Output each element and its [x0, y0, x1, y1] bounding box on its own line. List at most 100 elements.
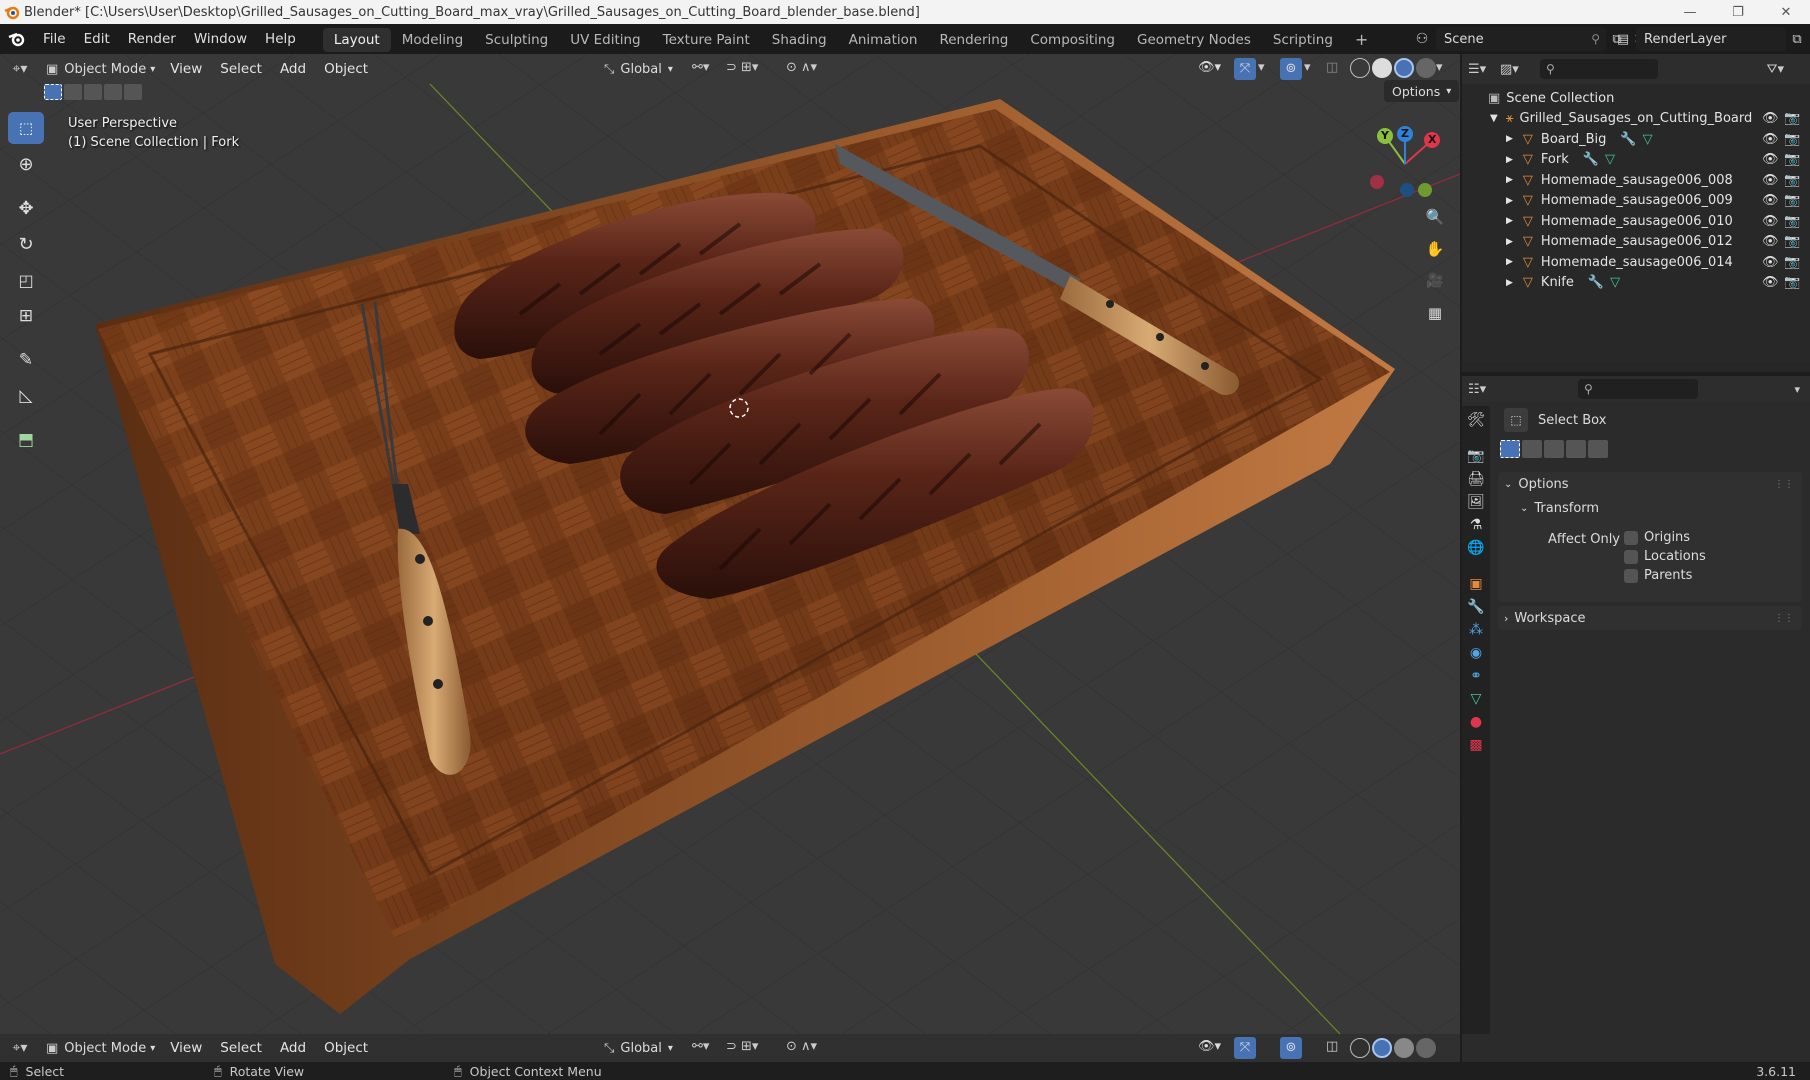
menu-edit[interactable]: Edit — [75, 24, 119, 54]
gizmo-toggle-icon[interactable]: ⤧ — [1234, 1037, 1256, 1059]
render-camera-icon[interactable]: 📷 — [1784, 173, 1800, 188]
render-camera-icon[interactable]: 📷 — [1784, 132, 1800, 147]
transform-orientation-dropdown[interactable]: ⤡ Global ▾ — [604, 57, 673, 81]
outliner-scene-collection[interactable]: ▣ Scene Collection — [1462, 88, 1810, 109]
add-cube-tool[interactable]: ⬒ — [8, 424, 44, 456]
tab-sculpting[interactable]: Sculpting — [474, 28, 559, 52]
move-tool[interactable]: ✥ — [8, 192, 44, 224]
expand-arrow-icon[interactable]: ▶ — [1506, 155, 1513, 165]
bottom-menu-select[interactable]: Select — [211, 1040, 271, 1056]
render-camera-icon[interactable]: 📷 — [1784, 152, 1800, 167]
render-camera-icon[interactable]: 📷 — [1784, 193, 1800, 208]
mesh-data-icon[interactable]: ▽ — [1643, 132, 1653, 147]
select-invert-icon[interactable] — [104, 84, 122, 100]
tab-scripting[interactable]: Scripting — [1262, 28, 1344, 52]
scale-tool[interactable]: ◰ — [8, 264, 44, 296]
tab-rendering[interactable]: Rendering — [928, 28, 1019, 52]
tab-uv-editing[interactable]: UV Editing — [559, 28, 651, 52]
expand-arrow-icon[interactable]: ▶ — [1506, 134, 1513, 144]
options-panel-header[interactable]: ⌄ Options ⋮⋮ — [1498, 472, 1802, 496]
render-camera-icon[interactable]: 📷 — [1784, 275, 1800, 290]
world-tab-icon[interactable]: 🌐 — [1467, 540, 1484, 556]
workspace-panel-header[interactable]: › Workspace ⋮⋮ — [1498, 606, 1802, 630]
snap-icon[interactable]: ⊃ ⊞▾ — [726, 60, 758, 75]
editor-type-icon[interactable]: ⌖▾ — [0, 1040, 40, 1056]
tab-geometry-nodes[interactable]: Geometry Nodes — [1126, 28, 1262, 52]
solid-shading-icon[interactable] — [1372, 1038, 1392, 1058]
object-tab-icon[interactable]: ▣ — [1469, 576, 1482, 592]
gizmo-dropdown-icon[interactable]: ▾ — [1258, 60, 1265, 75]
bottom-menu-view[interactable]: View — [161, 1040, 211, 1056]
tab-compositing[interactable]: Compositing — [1019, 28, 1126, 52]
tab-texture-paint[interactable]: Texture Paint — [652, 28, 761, 52]
new-view-layer-icon[interactable]: ⧉ — [1786, 32, 1808, 47]
outliner-object-row[interactable]: ▶ ▽ Homemade_sausage006_014 👁 📷 — [1462, 252, 1810, 273]
select-box-tool[interactable]: ⬚ — [8, 112, 44, 144]
outliner-collection-row[interactable]: ▼ ⚹ Grilled_Sausages_on_Cutting_Board 👁 … — [1462, 109, 1810, 130]
visibility-icon[interactable]: 👁▾ — [1198, 1039, 1221, 1054]
display-mode-icon[interactable]: ▨▾ — [1500, 62, 1534, 77]
pivot-point-icon[interactable]: ⚯▾ — [692, 60, 709, 75]
render-camera-icon[interactable]: 📷 — [1784, 255, 1800, 270]
drag-handle-icon[interactable]: ⋮⋮ — [1774, 479, 1794, 490]
blender-menu-icon[interactable] — [0, 31, 34, 47]
xray-icon[interactable]: ◫ — [1326, 1039, 1338, 1054]
eye-icon[interactable]: 👁 — [1762, 152, 1779, 167]
output-tab-icon[interactable]: 🖨 — [1467, 471, 1485, 487]
menu-file[interactable]: File — [34, 24, 75, 54]
tab-animation[interactable]: Animation — [838, 28, 929, 52]
eye-icon[interactable]: 👁 — [1762, 214, 1779, 229]
select-intersect-icon[interactable] — [1588, 440, 1608, 458]
menu-help[interactable]: Help — [256, 24, 305, 54]
snap-icon[interactable]: ⊃ ⊞▾ — [726, 1039, 758, 1054]
parents-checkbox[interactable]: Parents — [1624, 568, 1706, 583]
pin-icon[interactable]: ⚲ — [1591, 32, 1600, 46]
material-preview-shading-icon[interactable] — [1394, 58, 1414, 78]
viewport-menu-select[interactable]: Select — [211, 61, 271, 77]
rotate-tool[interactable]: ↻ — [8, 228, 44, 260]
menu-render[interactable]: Render — [119, 24, 185, 54]
bottom-menu-object[interactable]: Object — [315, 1040, 377, 1056]
wireframe-shading-icon[interactable] — [1350, 58, 1370, 78]
wrench-modifier-icon[interactable]: 🔧 — [1583, 152, 1599, 167]
scene-selector[interactable]: Scene ⚲ — [1436, 27, 1606, 51]
outliner-scrollbar[interactable] — [1462, 362, 1810, 372]
particles-tab-icon[interactable]: ⁂ — [1469, 622, 1483, 638]
wireframe-shading-icon[interactable] — [1350, 1038, 1370, 1058]
viewport-menu-view[interactable]: View — [161, 61, 211, 77]
select-subtract-icon[interactable] — [84, 84, 102, 100]
tab-modeling[interactable]: Modeling — [391, 28, 474, 52]
expand-arrow-icon[interactable]: ▼ — [1490, 113, 1498, 124]
close-window-button[interactable]: ✕ — [1762, 0, 1810, 24]
3d-viewport[interactable]: ⌖▾ ▣ Object Mode ▾ View Select Add Objec… — [0, 54, 1460, 1034]
overlay-toggle-icon[interactable]: ⊚ — [1280, 1037, 1302, 1059]
pivot-point-icon[interactable]: ⚯▾ — [692, 1039, 709, 1054]
expand-arrow-icon[interactable]: ▶ — [1506, 216, 1513, 226]
bottom-object-mode-dropdown[interactable]: ▣ Object Mode ▾ — [40, 1041, 161, 1056]
pan-button[interactable]: ✋ — [1420, 234, 1450, 264]
constraints-tab-icon[interactable]: ⚭ — [1470, 668, 1482, 684]
proportional-editing-icon[interactable]: ⊙ ∧▾ — [786, 60, 817, 75]
scene-icon[interactable]: ⚇ — [1408, 31, 1436, 47]
eye-icon[interactable]: 👁 — [1762, 234, 1779, 249]
tab-layout[interactable]: Layout — [322, 28, 391, 52]
outliner-search-input[interactable]: ⚲ — [1540, 59, 1658, 79]
checkbox-box[interactable] — [1624, 549, 1638, 564]
physics-tab-icon[interactable]: ◉ — [1470, 645, 1482, 661]
material-preview-shading-icon[interactable] — [1394, 1038, 1414, 1058]
menu-window[interactable]: Window — [185, 24, 256, 54]
data-tab-icon[interactable]: ▽ — [1471, 691, 1482, 707]
viewport-menu-add[interactable]: Add — [271, 61, 315, 77]
cursor-tool[interactable]: ⊕ — [8, 148, 44, 180]
checkbox-box[interactable] — [1624, 568, 1638, 583]
viewport-scene[interactable] — [0, 54, 1460, 1034]
rendered-shading-icon[interactable] — [1416, 58, 1436, 78]
expand-arrow-icon[interactable]: ▶ — [1506, 278, 1513, 288]
viewport-options-button[interactable]: Options ▾ — [1384, 80, 1460, 102]
outliner-object-row[interactable]: ▶ ▽ Board_Big 🔧 ▽ 👁 📷 — [1462, 129, 1810, 150]
scene-tab-icon[interactable]: ⚗ — [1470, 517, 1483, 533]
measure-tool[interactable]: ◺ — [8, 380, 44, 412]
bottom-orientation-dropdown[interactable]: ⤡ Global ▾ — [604, 1038, 673, 1058]
expand-arrow-icon[interactable]: ▶ — [1506, 196, 1513, 206]
render-camera-icon[interactable]: 📷 — [1784, 214, 1800, 229]
